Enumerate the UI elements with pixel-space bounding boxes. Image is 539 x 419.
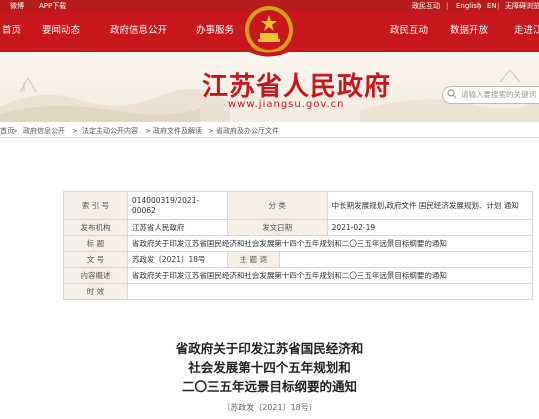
site-title: 江苏省人民政府 (202, 72, 392, 102)
document-title-line: 社会发展第十四个五年规划和 (188, 360, 351, 375)
nav-interact[interactable]: 政民互动 (390, 25, 428, 37)
summary-label: 内容概述 (63, 267, 128, 284)
validity-label: 时 效 (63, 283, 128, 300)
topbar-interact-link[interactable]: 政民互动 (412, 1, 440, 11)
category-value: 中长期发展规划,政府文件 国民经济发展规划、计划 通知 (326, 191, 534, 220)
breadcrumb-item-mandatory[interactable]: 法定主动公开内容 (82, 126, 138, 136)
subject-value (278, 251, 534, 268)
breadcrumb-item-provincial[interactable]: 省政府及办公厅文件 (216, 126, 279, 136)
search-input[interactable]: 请输入要搜索的关键词 (442, 86, 539, 104)
breadcrumb-separator: > (72, 127, 78, 135)
nav-data[interactable]: 数据开放 (450, 25, 488, 37)
document-title-line: 省政府关于印发江苏省国民经济和 (175, 341, 364, 356)
subject-label: 主 题 词 (226, 251, 280, 268)
topbar-separator: | (497, 2, 500, 10)
table-row: 标 题 省政府关于印发江苏省国民经济和社会发展第十四个五年规划和二〇三五年远景目… (63, 235, 534, 252)
topbar-separator: | (446, 2, 449, 10)
docno-label: 文 号 (63, 251, 128, 268)
table-row: 内容概述 省政府关于印发江苏省国民经济和社会发展第十四个五年规划和二〇三五年远景… (63, 267, 534, 284)
national-emblem-icon (245, 6, 293, 57)
breadcrumb-separator: > (145, 127, 151, 135)
search-icon[interactable] (447, 89, 457, 99)
document-info-table: 索 引 号 014000319/2021-00062 分 类 中长期发展规划,政… (63, 191, 534, 300)
site-domain: www.jiangsu.gov.cn (228, 99, 345, 110)
table-row: 文 号 苏政发〔2021〕18号 主 题 词 (63, 251, 534, 268)
breadcrumb-item-docs[interactable]: 政府文件及解读 (153, 126, 202, 136)
topbar-separator: | (478, 2, 481, 10)
validity-value (126, 283, 534, 300)
title-value: 省政府关于印发江苏省国民经济和社会发展第十四个五年规划和二〇三五年远景目标纲要的… (126, 235, 534, 252)
nav-jiangsu[interactable]: 走进江 (514, 25, 539, 37)
search-placeholder: 请输入要搜索的关键词 (461, 90, 536, 99)
site-banner: 江苏省人民政府 www.jiangsu.gov.cn 请输入要搜索的关键词 (0, 52, 539, 122)
breadcrumb-separator: > (12, 127, 18, 135)
title-label: 标 题 (63, 235, 128, 252)
table-row: 时 效 (63, 283, 534, 300)
nav-gov-info[interactable]: 政府信息公开 (110, 25, 167, 37)
table-row: 索 引 号 014000319/2021-00062 分 类 中长期发展规划,政… (63, 191, 534, 220)
breadcrumb-separator: > (208, 127, 214, 135)
accessible-link[interactable]: 无障碍浏览 (505, 1, 539, 11)
nav-services[interactable]: 办事服务 (196, 25, 234, 37)
document-title: 省政府关于印发江苏省国民经济和 社会发展第十四个五年规划和 二〇三五年远景目标纲… (0, 339, 539, 396)
summary-value: 省政府关于印发江苏省国民经济和社会发展第十四个五年规划和二〇三五年远景目标纲要的… (126, 267, 534, 284)
issuer-label: 发布机构 (63, 219, 128, 236)
table-row: 发布机构 江苏省人民政府 发文日期 2021-02-19 (63, 219, 534, 236)
document-title-line: 二〇三五年远景目标纲要的通知 (181, 379, 357, 394)
index-label: 索 引 号 (63, 191, 128, 220)
document-number: （苏政发〔2021〕18号） (222, 403, 317, 412)
issuer-value: 江苏省人民政府 (126, 219, 228, 236)
app-download-link[interactable]: APP下载 (39, 1, 66, 11)
nav-news[interactable]: 要闻动态 (42, 25, 80, 37)
breadcrumb: 首页 > 政府信息公开 > 法定主动公开内容 > 政府文件及解读 > 省政府及办… (0, 124, 539, 138)
date-label: 发文日期 (226, 219, 328, 236)
date-value: 2021-02-19 (326, 219, 534, 236)
en-link[interactable]: EN (487, 1, 497, 11)
index-value: 014000319/2021-00062 (126, 191, 228, 220)
breadcrumb-item-gov-info[interactable]: 政府信息公开 (23, 126, 65, 136)
docno-value: 苏政发〔2021〕18号 (126, 251, 228, 268)
nav-home[interactable]: 首页 (2, 25, 21, 37)
category-label: 分 类 (226, 191, 328, 220)
weibo-link[interactable]: 微博 (10, 1, 24, 11)
